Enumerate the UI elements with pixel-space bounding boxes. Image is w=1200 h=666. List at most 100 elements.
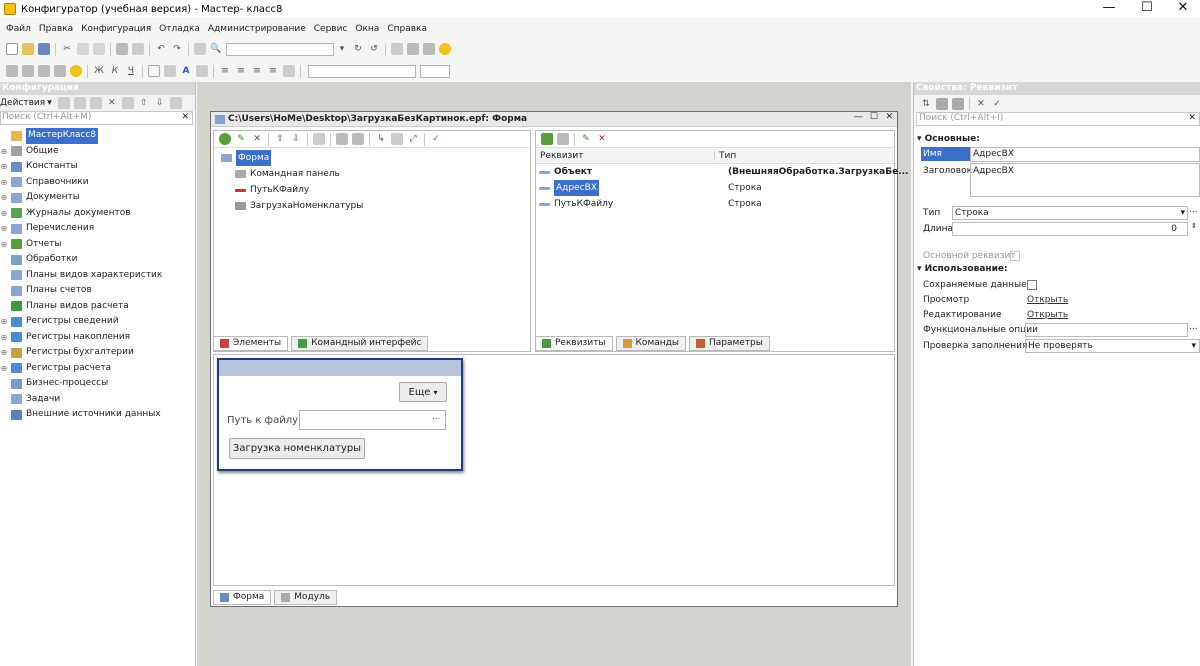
highlight-icon[interactable] (196, 65, 208, 77)
align-left-icon[interactable]: ≡ (219, 65, 231, 77)
func-input[interactable] (1025, 323, 1188, 337)
list-icon[interactable] (352, 133, 364, 145)
find-icon[interactable] (194, 43, 206, 55)
module-icon[interactable] (6, 65, 18, 77)
saved-checkbox[interactable] (1027, 280, 1037, 290)
add-icon[interactable] (219, 133, 231, 145)
clear-icon[interactable]: ✕ (1188, 113, 1196, 123)
tree-item[interactable]: Планы видов характеристик (0, 268, 195, 284)
expand-icon[interactable]: ⊕ (0, 206, 8, 222)
open-icon[interactable] (22, 43, 34, 55)
section-use[interactable]: ▾ Использование: (917, 264, 1008, 274)
bold-icon[interactable]: Ж (93, 65, 105, 77)
maximize-icon[interactable]: ☐ (870, 112, 878, 122)
layout-icon[interactable] (313, 133, 325, 145)
tree-item[interactable]: ⊕ Журналы документов (0, 206, 195, 222)
layout-icon[interactable] (54, 65, 66, 77)
add-requisite-icon[interactable] (541, 133, 553, 145)
requisite-row[interactable]: ПутьКФайлу Строка (536, 196, 894, 212)
expand-icon[interactable]: ⊕ (0, 175, 8, 191)
delete-icon[interactable]: ✕ (975, 98, 987, 110)
tree-item[interactable]: ⊕ Перечисления (0, 221, 195, 237)
justify-icon[interactable]: ≡ (267, 65, 279, 77)
tree-item[interactable]: Планы видов расчета (0, 299, 195, 315)
expand-icon[interactable]: ⊕ (0, 221, 8, 237)
size-icon[interactable] (391, 133, 403, 145)
menu-6[interactable]: Окна (355, 24, 379, 34)
type-dots-button[interactable]: ... (1189, 205, 1198, 215)
path-select-button[interactable]: ... (432, 412, 441, 422)
copy-icon[interactable] (77, 43, 89, 55)
check-icon[interactable]: ✓ (991, 98, 1003, 110)
redo-icon[interactable]: ↷ (171, 43, 183, 55)
tree-item[interactable]: ⊕ Регистры расчета (0, 361, 195, 377)
element-row[interactable]: Командная панель (218, 166, 530, 182)
length-spinner[interactable]: ⇕ (1191, 222, 1197, 230)
element-row[interactable]: ПутьКФайлу (218, 182, 530, 198)
expand-icon[interactable]: ⊕ (0, 159, 8, 175)
type-select[interactable]: Строка ▾ (952, 206, 1188, 220)
minimize-button[interactable]: — (1092, 0, 1126, 18)
move-down-icon[interactable]: ⇩ (154, 97, 166, 109)
minimize-icon[interactable]: — (854, 112, 863, 122)
undo-icon[interactable]: ↶ (155, 43, 167, 55)
tree-item[interactable]: МастерКласс8 (0, 128, 195, 144)
find-next-icon[interactable]: ↻ (352, 43, 364, 55)
tab-tabs_right-2[interactable]: Параметры (688, 335, 770, 351)
clear-icon[interactable]: ✕ (181, 112, 189, 122)
menu-0[interactable]: Файл (6, 24, 31, 34)
tools-icon[interactable] (407, 43, 419, 55)
tree-item[interactable]: ⊕ Справочники (0, 175, 195, 191)
help-icon[interactable] (423, 43, 435, 55)
tree-item[interactable]: ⊕ Константы (0, 159, 195, 175)
save-icon[interactable] (38, 43, 50, 55)
add-icon[interactable] (57, 97, 70, 109)
expand-icon[interactable]: ⊕ (0, 361, 8, 377)
move-up-icon[interactable]: ⇧ (138, 97, 150, 109)
tab-tabs_right-0[interactable]: Реквизиты (535, 335, 613, 351)
new-icon[interactable] (6, 43, 18, 55)
tree-item[interactable]: Внешние источники данных (0, 407, 195, 423)
actions-menu[interactable]: Действия (0, 98, 45, 108)
merge-icon[interactable] (283, 65, 295, 77)
tree-item[interactable]: ⊕ Регистры бухгалтерии (0, 345, 195, 361)
sort-az-icon[interactable]: ⇅ (920, 98, 932, 110)
tree-item[interactable]: ⊕ Регистры накопления (0, 330, 195, 346)
edit-link[interactable]: Открыть (1027, 310, 1068, 320)
check-select[interactable]: Не проверять ▾ (1025, 339, 1200, 353)
expand-icon[interactable]: ⊕ (0, 314, 8, 330)
border-icon[interactable] (148, 65, 160, 77)
size-field[interactable] (420, 64, 450, 78)
tab-tabs_left-1[interactable]: Командный интерфейс (291, 335, 429, 351)
edit-icon[interactable] (73, 97, 86, 109)
expand-icon[interactable]: ⊕ (0, 144, 8, 160)
check-icon[interactable]: ✓ (430, 133, 442, 145)
paste-icon[interactable] (93, 43, 105, 55)
tree-item[interactable]: ⊕ Отчеты (0, 237, 195, 253)
element-row[interactable]: Форма (218, 150, 530, 166)
requisite-row[interactable]: АдресВХ Строка (536, 180, 894, 196)
search-combo[interactable] (226, 42, 334, 56)
align-center-icon[interactable]: ≡ (235, 65, 247, 77)
tab-bottom_tabs-0[interactable]: Форма (213, 589, 272, 605)
tab-bottom_tabs-1[interactable]: Модуль (274, 589, 338, 605)
group-icon[interactable] (336, 133, 348, 145)
element-row[interactable]: ЗагрузкаНоменклатуры (218, 198, 530, 214)
expand-icon[interactable]: ⊕ (0, 190, 8, 206)
section-main[interactable]: ▾ Основные: (917, 134, 980, 144)
close-icon[interactable]: ✕ (885, 112, 893, 122)
align-right-icon[interactable]: ≡ (251, 65, 263, 77)
preview-icon[interactable] (132, 43, 144, 55)
delete-icon[interactable]: ✕ (251, 133, 263, 145)
move-up-icon[interactable]: ⇧ (274, 133, 286, 145)
fill-icon[interactable] (164, 65, 176, 77)
func-dots-button[interactable]: ... (1189, 322, 1198, 332)
copy-icon[interactable] (89, 97, 102, 109)
view-link[interactable]: Открыть (1027, 295, 1068, 305)
menu-2[interactable]: Конфигурация (81, 24, 151, 34)
menu-5[interactable]: Сервис (314, 24, 348, 34)
run-icon[interactable] (70, 65, 82, 77)
expand-icon[interactable]: ⊕ (0, 330, 8, 346)
table-icon[interactable] (38, 65, 50, 77)
tree-item[interactable]: ⊕ Документы (0, 190, 195, 206)
